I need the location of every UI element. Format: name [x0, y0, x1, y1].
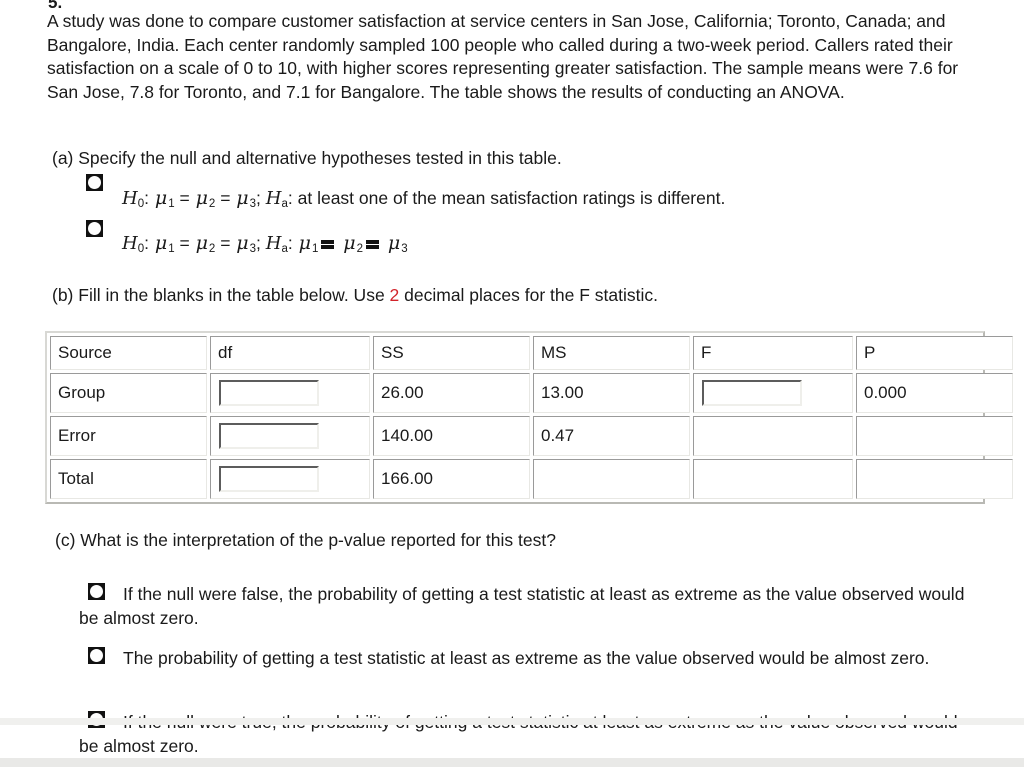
mu-subscript: 2 — [208, 243, 216, 255]
radio-answer-option-1[interactable] — [88, 583, 105, 600]
cell-source-error: Error — [50, 416, 207, 456]
radio-answer-option-2[interactable] — [88, 647, 105, 664]
hypothesis-option-2-text: H0: μ1 = μ2 = μ3; Ha: μ1 μ2 μ3 — [122, 232, 408, 255]
column-header-p: P — [856, 336, 1013, 370]
cell-ss-group: 26.00 — [373, 373, 530, 413]
mu-subscript: 3 — [401, 243, 408, 255]
cell-source-group: Group — [50, 373, 207, 413]
question-intro-paragraph: A study was done to compare customer sat… — [47, 11, 959, 102]
mu-subscript: 1 — [168, 243, 175, 255]
alt-hypothesis-label-1: H — [265, 188, 282, 209]
not-equal-icon — [366, 239, 380, 250]
cell-df-error — [210, 416, 370, 456]
f-statistic-input[interactable] — [702, 380, 802, 406]
mu-symbol: μ — [154, 232, 168, 254]
table-header-row: Source df SS MS F P — [50, 336, 1013, 370]
column-header-ms: MS — [533, 336, 690, 370]
cell-df-total — [210, 459, 370, 499]
mu-subscript: 2 — [356, 243, 364, 255]
answer-choice-1[interactable]: If the null were false, the probability … — [47, 583, 977, 630]
not-equal-icon — [321, 239, 335, 250]
table-row: Error 140.00 0.47 — [50, 416, 1013, 456]
cell-p-error — [856, 416, 1013, 456]
worksheet-page: 5. A study was done to compare customer … — [0, 0, 1024, 767]
cell-ss-error: 140.00 — [373, 416, 530, 456]
null-hypothesis-label-2: H — [122, 233, 138, 254]
df-error-input[interactable] — [219, 423, 319, 449]
page-bottom-band — [0, 758, 1024, 767]
alt-hypothesis-subscript-1: a — [281, 198, 288, 210]
column-header-f: F — [693, 336, 853, 370]
cell-ms-group: 13.00 — [533, 373, 690, 413]
anova-table-container: Source df SS MS F P Group 26.00 13.00 0.… — [45, 331, 1013, 504]
cell-f-total — [693, 459, 853, 499]
part-b-prompt: (b) Fill in the blanks in the table belo… — [52, 284, 658, 307]
mu-subscript: 1 — [168, 198, 175, 210]
column-header-source: Source — [50, 336, 207, 370]
hypothesis-option-1-text: H0: μ1 = μ2 = μ3; Ha: at least one of th… — [122, 187, 726, 210]
column-header-df: df — [210, 336, 370, 370]
alt-hypothesis-subscript-2: a — [281, 243, 288, 255]
mu-symbol: μ — [298, 232, 311, 254]
cell-df-group — [210, 373, 370, 413]
cell-ss-total: 166.00 — [373, 459, 530, 499]
mu-symbol: μ — [343, 232, 356, 254]
cell-p-group: 0.000 — [856, 373, 1013, 413]
mu-subscript: 1 — [311, 243, 319, 255]
column-header-ss: SS — [373, 336, 530, 370]
part-b-prompt-before: (b) Fill in the blanks in the table belo… — [52, 285, 390, 305]
decimal-places-value: 2 — [389, 285, 400, 305]
mu-symbol: μ — [236, 187, 249, 209]
part-a-prompt: (a) Specify the null and alternative hyp… — [52, 148, 562, 168]
page-band-divider — [0, 718, 1024, 725]
answer-choice-2[interactable]: The probability of getting a test statis… — [47, 647, 977, 671]
part-c-prompt: (c) What is the interpretation of the p-… — [55, 530, 556, 550]
table-row: Group 26.00 13.00 0.000 — [50, 373, 1013, 413]
df-total-input[interactable] — [219, 466, 319, 492]
mu-symbol: μ — [154, 187, 168, 209]
mu-symbol: μ — [236, 232, 249, 254]
mu-symbol: μ — [195, 187, 208, 209]
cell-source-total: Total — [50, 459, 207, 499]
mu-subscript: 3 — [249, 198, 257, 210]
alt-hypothesis-label-2: H — [265, 233, 282, 254]
null-hypothesis-subscript-2: 0 — [137, 243, 145, 255]
cell-f-error — [693, 416, 853, 456]
df-group-input[interactable] — [219, 380, 319, 406]
mu-subscript: 2 — [208, 198, 216, 210]
mu-symbol: μ — [195, 232, 208, 254]
anova-table: Source df SS MS F P Group 26.00 13.00 0.… — [47, 333, 1016, 502]
cell-ms-total — [533, 459, 690, 499]
answer-choice-1-label: If the null were false, the probability … — [79, 584, 965, 628]
cell-ms-error: 0.47 — [533, 416, 690, 456]
cell-p-total — [856, 459, 1013, 499]
mu-symbol: μ — [387, 232, 401, 254]
answer-choice-2-label: The probability of getting a test statis… — [123, 648, 930, 668]
mu-subscript: 3 — [249, 243, 257, 255]
radio-hypothesis-option-1[interactable] — [86, 174, 103, 191]
radio-hypothesis-option-2[interactable] — [86, 220, 103, 237]
table-row: Total 166.00 — [50, 459, 1013, 499]
part-b-prompt-after: decimal places for the F statistic. — [399, 285, 658, 305]
cell-f-group — [693, 373, 853, 413]
null-hypothesis-subscript-1: 0 — [137, 198, 145, 210]
null-hypothesis-label-1: H — [122, 188, 138, 209]
alt-hypothesis-text-1: : at least one of the mean satisfaction … — [287, 188, 726, 208]
